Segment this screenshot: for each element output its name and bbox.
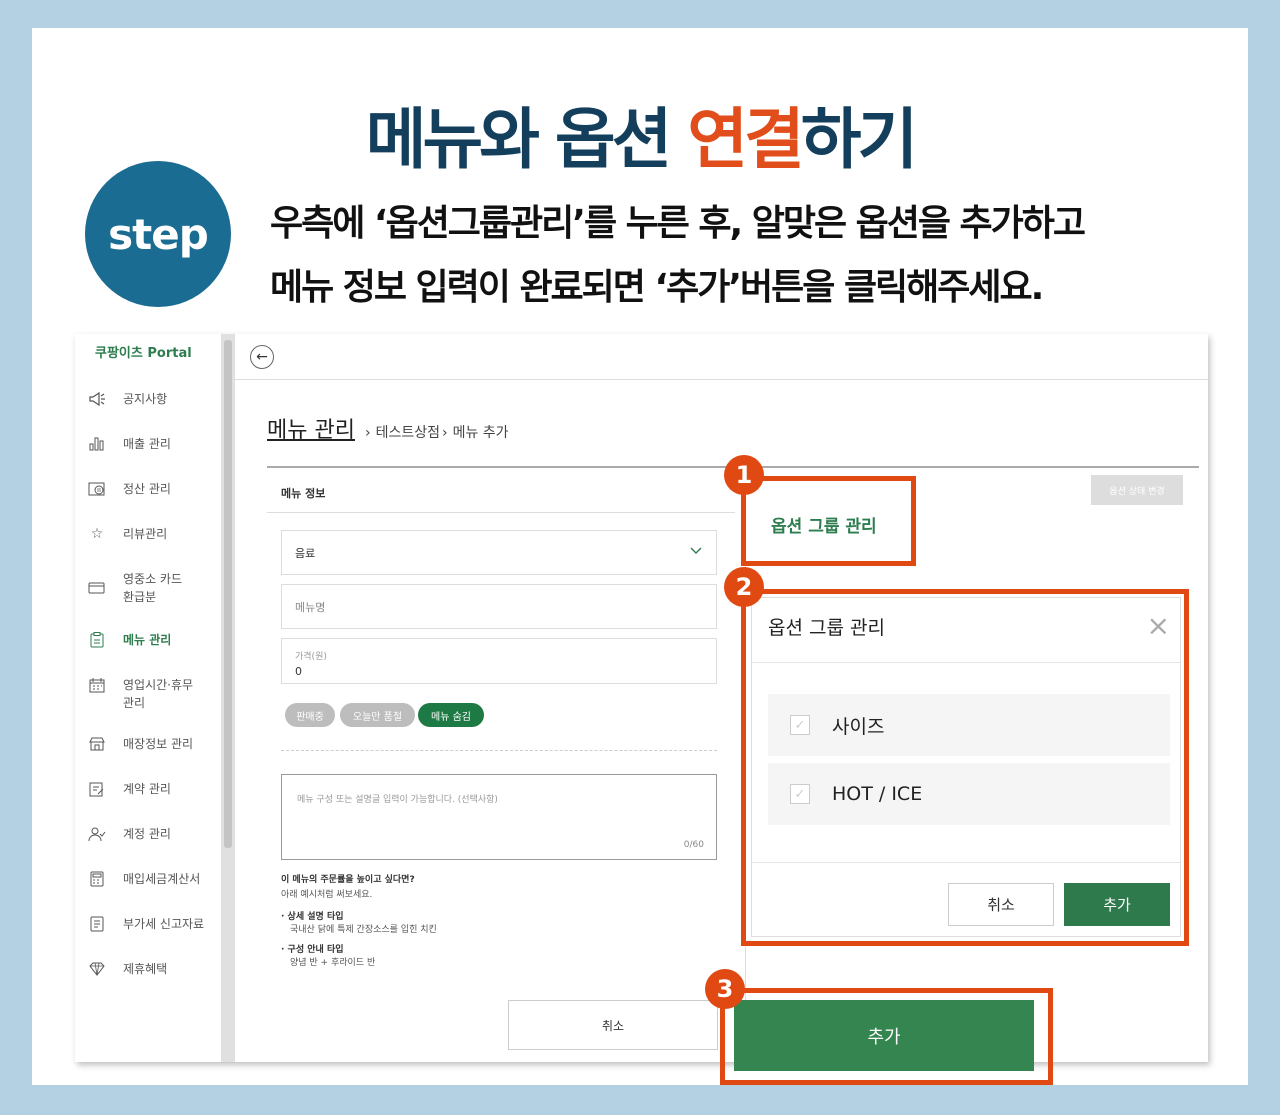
sidebar-item-card-refund[interactable]: 영중소 카드 환급분: [87, 570, 227, 606]
sidebar-item-label: 매입세금계산서: [123, 872, 201, 886]
calculator-icon: [87, 870, 107, 888]
page-title: 메뉴와 옵션 연결하기: [365, 101, 918, 178]
won-card-icon: [87, 480, 107, 498]
star-review-icon: ☆: [90, 526, 104, 542]
tip-sub: 아래 예시처럼 써보세요.: [281, 890, 373, 900]
sidebar-item-label: 제휴혜택: [123, 962, 168, 976]
store-icon: [87, 735, 107, 753]
sidebar-item-contract[interactable]: 계약 관리: [87, 780, 227, 798]
sidebar-scrollbar[interactable]: [221, 334, 235, 1062]
category-value: 음료: [295, 546, 316, 560]
dashed-divider: [281, 750, 717, 751]
breadcrumb-root[interactable]: 메뉴 관리: [267, 412, 355, 444]
breadcrumb-sep: ›: [441, 425, 448, 441]
sidebar-item-label: 메뉴 관리: [123, 633, 172, 647]
tip-title: 이 메뉴의 주문률을 높이고 싶다면?: [281, 875, 415, 885]
sidebar-item-sales[interactable]: 매출 관리: [87, 435, 227, 453]
chip-on-sale[interactable]: 판매중: [285, 703, 335, 727]
tip2-title: · 구성 안내 타입: [281, 945, 344, 955]
sidebar-item-label: 리뷰관리: [123, 527, 168, 541]
breadcrumb-current: 메뉴 추가: [452, 425, 509, 441]
sidebar-item-label: 정산 관리: [123, 482, 171, 496]
description-placeholder: 메뉴 구성 또는 설명글 입력이 가능합니다. (선택사항): [297, 795, 498, 805]
diamond-icon: [87, 960, 107, 978]
menu-name-placeholder: 메뉴명: [295, 600, 326, 614]
breadcrumb: 메뉴 관리 › 테스트상점 › 메뉴 추가: [267, 412, 509, 444]
option-status-button[interactable]: 옵션 상태 변경: [1091, 475, 1183, 505]
tip1-title: · 상세 설명 타입: [281, 912, 344, 922]
chevron-down-icon: [689, 545, 703, 560]
char-count: 0/60: [683, 840, 704, 850]
top-bar: ←: [235, 334, 1208, 380]
sidebar-item-settlement[interactable]: 정산 관리: [87, 480, 227, 498]
sidebar-item-label: 매장정보 관리: [123, 737, 194, 751]
sidebar-item-account[interactable]: 계정 관리: [87, 825, 227, 843]
option-group-button[interactable]: 옵션 그룹 관리: [771, 512, 877, 537]
sidebar-item-tax-invoice[interactable]: 매입세금계산서: [87, 870, 227, 888]
sidebar-item-label: 공지사항: [123, 392, 168, 406]
sidebar-item-label: 계정 관리: [123, 827, 171, 841]
scrollbar-thumb[interactable]: [224, 340, 232, 848]
description-textarea[interactable]: 메뉴 구성 또는 설명글 입력이 가능합니다. (선택사항) 0/60: [281, 774, 717, 860]
chip-sold-out-today[interactable]: 오늘만 품절: [340, 703, 415, 727]
calendar-icon: [87, 676, 107, 694]
step-marker-2: 2: [724, 567, 764, 607]
cancel-button[interactable]: 취소: [508, 1000, 718, 1050]
step-marker-3: 3: [705, 969, 745, 1009]
tip1-body: 국내산 닭에 특제 간장소스를 입힌 치킨: [290, 925, 437, 935]
document-icon: [87, 915, 107, 933]
instruction-text: 우측에 ‘옵션그룹관리’를 누른 후, 알맞은 옵션을 추가하고 메뉴 정보 입…: [270, 203, 1086, 308]
breadcrumb-store: 테스트상점: [375, 425, 440, 441]
card-refund-icon: [87, 579, 107, 597]
sidebar: 쿠팡이츠 Portal 공지사항 매출 관리 정산 관리 ☆ 리뷰관리 영중소 …: [75, 334, 221, 1062]
price-input[interactable]: [281, 638, 717, 684]
tip2-body: 양념 반 + 후라이드 반: [290, 958, 376, 968]
menu-name-input[interactable]: 메뉴명: [281, 584, 717, 629]
step-badge: step: [85, 161, 231, 307]
sidebar-item-label: 계약 관리: [123, 782, 171, 796]
portal-logo[interactable]: 쿠팡이츠 Portal: [95, 342, 192, 361]
sidebar-item-store-info[interactable]: 매장정보 관리: [87, 735, 227, 753]
highlight-box-3: [720, 988, 1053, 1085]
sidebar-item-notice[interactable]: 공지사항: [87, 390, 227, 408]
step-marker-1: 1: [724, 455, 764, 495]
sidebar-item-label: 부가세 신고자료: [123, 917, 205, 931]
sidebar-item-review[interactable]: ☆ 리뷰관리: [87, 525, 227, 543]
sidebar-item-label: 매출 관리: [123, 437, 171, 451]
sidebar-item-vat[interactable]: 부가세 신고자료: [87, 915, 227, 933]
menu-info-title: 메뉴 정보: [281, 487, 326, 500]
highlight-box-2: [741, 589, 1189, 946]
menu-clipboard-icon: [87, 631, 107, 649]
back-arrow-icon[interactable]: ←: [250, 345, 274, 369]
bar-chart-icon: [87, 435, 107, 453]
category-select[interactable]: 음료: [281, 530, 717, 575]
price-label: 가격(원): [295, 652, 327, 662]
sidebar-item-benefits[interactable]: 제휴혜택: [87, 960, 227, 978]
contract-icon: [87, 780, 107, 798]
chip-hide-menu[interactable]: 메뉴 숨김: [418, 703, 484, 727]
sidebar-item-hours[interactable]: 영업시간·휴무 관리: [87, 676, 227, 712]
sidebar-item-menu[interactable]: 메뉴 관리: [87, 631, 227, 649]
megaphone-icon: [87, 390, 107, 408]
divider: [267, 512, 735, 513]
sidebar-item-label: 영업시간·휴무 관리: [123, 678, 194, 710]
breadcrumb-sep: ›: [364, 425, 371, 441]
price-value: 0: [295, 665, 302, 678]
user-check-icon: [87, 825, 107, 843]
sidebar-item-label: 영중소 카드 환급분: [123, 572, 183, 604]
